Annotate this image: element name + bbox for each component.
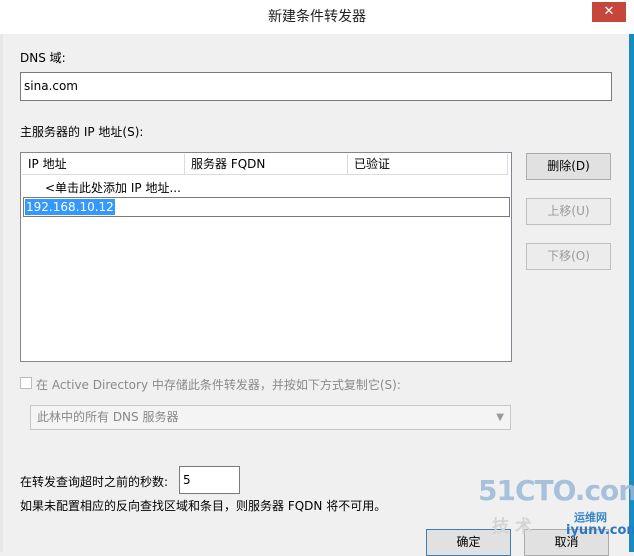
- timeout-input[interactable]: 5: [179, 466, 240, 494]
- column-header-fqdn[interactable]: 服务器 FQDN: [185, 154, 348, 175]
- close-button[interactable]: ✕: [592, 2, 626, 22]
- master-servers-list[interactable]: IP 地址 服务器 FQDN 已验证 <单击此处添加 IP 地址... 192.…: [20, 152, 512, 362]
- column-header-validated[interactable]: 已验证: [348, 154, 508, 175]
- dns-domain-input[interactable]: sina.com: [20, 72, 612, 101]
- delete-button[interactable]: 删除(D): [526, 153, 611, 180]
- title-bar: 新建条件转发器 ✕: [0, 0, 634, 34]
- fqdn-note: 如果未配置相应的反向查找区域和条目，则服务器 FQDN 将不可用。: [20, 499, 387, 513]
- chevron-down-icon: ▼: [496, 412, 504, 423]
- replication-scope-select[interactable]: 此林中的所有 DNS 服务器 ▼: [30, 405, 511, 430]
- move-down-button[interactable]: 下移(O): [526, 243, 611, 270]
- add-ip-placeholder-row[interactable]: <单击此处添加 IP 地址...: [45, 179, 181, 196]
- ip-edit-selected-text: 192.168.10.12: [25, 199, 115, 215]
- replication-scope-value: 此林中的所有 DNS 服务器: [37, 410, 179, 424]
- store-in-ad-checkbox[interactable]: [20, 377, 32, 389]
- move-up-button[interactable]: 上移(U): [526, 198, 611, 225]
- window-title: 新建条件转发器: [268, 9, 366, 25]
- close-icon: ✕: [603, 4, 615, 19]
- watermark-brand: 51CTO.com: [478, 474, 634, 507]
- watermark-tech: 技术: [492, 517, 538, 537]
- watermark-site: iyunv.com: [566, 523, 634, 538]
- master-servers-label: 主服务器的 IP 地址(S):: [20, 125, 144, 139]
- window-left-edge: [0, 34, 3, 552]
- column-header-ip[interactable]: IP 地址: [22, 154, 185, 175]
- dns-domain-label: DNS 域:: [20, 51, 66, 65]
- store-in-ad-label: 在 Active Directory 中存储此条件转发器，并按如下方式复制它(S…: [36, 378, 401, 392]
- ip-edit-field[interactable]: 192.168.10.12: [23, 197, 510, 217]
- timeout-label: 在转发查询超时之前的秒数:: [20, 475, 169, 489]
